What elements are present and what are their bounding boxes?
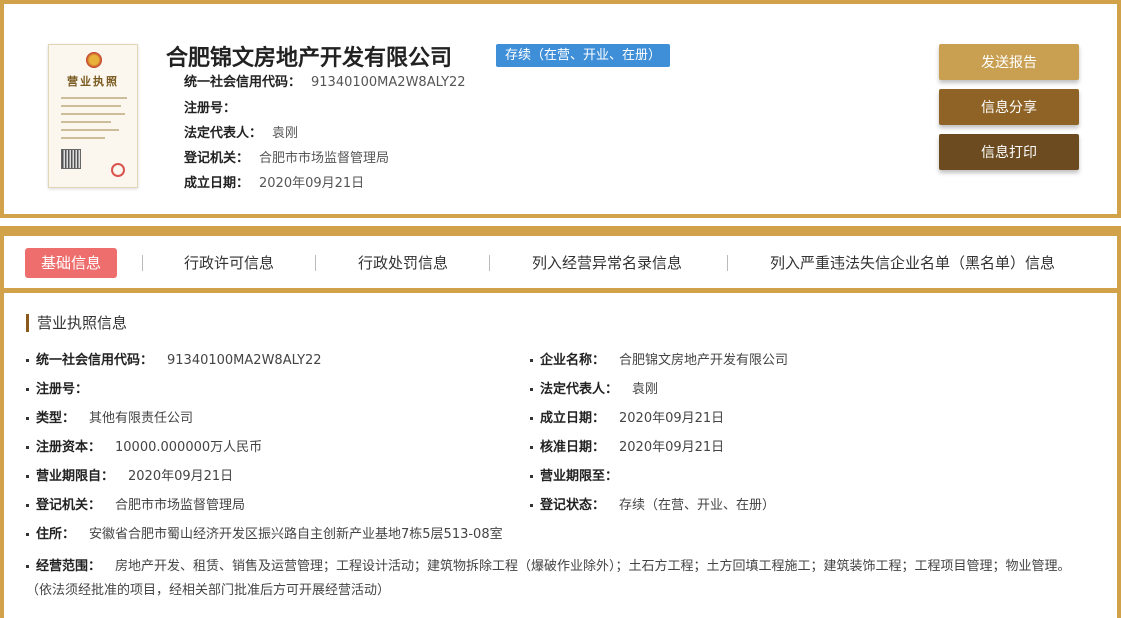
bullet-icon	[26, 417, 29, 420]
bullet-icon	[530, 417, 533, 420]
header-established-value: 2020年09月21日	[259, 176, 365, 191]
bullet-icon	[26, 533, 29, 536]
field-label: 企业名称：	[540, 353, 606, 368]
tab-bar: 基础信息 行政许可信息 行政处罚信息 列入经营异常名录信息 列入严重违法失信企业…	[4, 236, 1117, 288]
field-registered-capital: 注册资本： 10000.000000万人民币	[26, 439, 262, 457]
tab-basic-info[interactable]: 基础信息	[25, 248, 118, 278]
tab-blacklist[interactable]: 列入严重违法失信企业名单（黑名单）信息	[770, 248, 1055, 278]
company-name-title: 合肥锦文房地产开发有限公司	[166, 46, 453, 71]
header-credit-code-value: 91340100MA2W8ALY22	[311, 75, 466, 90]
field-value: 2020年09月21日	[128, 469, 234, 484]
print-info-button[interactable]: 信息打印	[939, 134, 1079, 170]
field-value: 2020年09月21日	[619, 411, 725, 426]
field-company-type: 类型： 其他有限责任公司	[26, 410, 193, 428]
header-legal-rep-label: 法定代表人：	[184, 126, 263, 141]
tab-admin-license[interactable]: 行政许可信息	[184, 248, 274, 278]
tab-bar-bottom-border	[0, 288, 1121, 293]
field-legal-rep: 法定代表人： 袁刚	[530, 381, 658, 399]
tab-divider	[142, 255, 143, 271]
bullet-icon	[530, 504, 533, 507]
status-badge: 存续（在营、开业、在册）	[496, 44, 671, 67]
header-credit-code-row: 统一社会信用代码： 91340100MA2W8ALY22	[184, 74, 466, 92]
field-term-from: 营业期限自： 2020年09月21日	[26, 468, 233, 486]
license-text-line	[61, 113, 125, 115]
bullet-icon	[530, 446, 533, 449]
field-value: 91340100MA2W8ALY22	[167, 353, 322, 368]
field-label: 核准日期：	[540, 440, 606, 455]
header-reg-authority-value: 合肥市市场监督管理局	[259, 151, 390, 166]
tab-admin-penalty[interactable]: 行政处罚信息	[358, 248, 448, 278]
header-established-row: 成立日期： 2020年09月21日	[184, 175, 364, 193]
field-label: 统一社会信用代码：	[36, 353, 154, 368]
header-legal-rep-row: 法定代表人： 袁刚	[184, 125, 298, 143]
field-value: 2020年09月21日	[619, 440, 725, 455]
field-term-to: 营业期限至：	[530, 468, 632, 486]
field-value: 合肥锦文房地产开发有限公司	[619, 353, 789, 368]
field-label: 类型：	[36, 411, 76, 426]
license-text-line	[61, 97, 127, 99]
field-value: 安徽省合肥市蜀山经济开发区振兴路自主创新产业基地7栋5层513-08室	[89, 527, 503, 542]
license-text-line	[61, 137, 105, 139]
field-address: 住所： 安徽省合肥市蜀山经济开发区振兴路自主创新产业基地7栋5层513-08室	[26, 526, 503, 544]
business-license-thumbnail[interactable]: 营业执照	[48, 44, 138, 188]
field-label: 成立日期：	[540, 411, 606, 426]
field-business-scope: 经营范围： 房地产开发、租赁、销售及运营管理；工程设计活动；建筑物拆除工程（爆破作…	[26, 555, 1076, 603]
header-legal-rep-value: 袁刚	[272, 126, 299, 141]
field-value: 房地产开发、租赁、销售及运营管理；工程设计活动；建筑物拆除工程（爆破作业除外）；…	[26, 559, 1071, 598]
license-text-line	[61, 121, 111, 123]
field-label: 营业期限至：	[540, 469, 619, 484]
field-company-name: 企业名称： 合肥锦文房地产开发有限公司	[530, 352, 788, 370]
field-credit-code: 统一社会信用代码： 91340100MA2W8ALY22	[26, 352, 322, 370]
bullet-icon	[530, 359, 533, 362]
license-title: 营业执照	[67, 75, 119, 88]
send-report-button[interactable]: 发送报告	[939, 44, 1079, 80]
header-credit-code-label: 统一社会信用代码：	[184, 75, 302, 90]
header-reg-number-label: 注册号：	[184, 101, 237, 116]
company-header-card: 营业执照 合肥锦文房地产开发有限公司 存续（在营、开业、在册） 统一社会信用代码…	[0, 0, 1121, 218]
header-reg-authority-row: 登记机关： 合肥市市场监督管理局	[184, 150, 389, 168]
bullet-icon	[26, 359, 29, 362]
bullet-icon	[26, 446, 29, 449]
header-reg-number-row: 注册号：	[184, 100, 246, 118]
field-value: 10000.000000万人民币	[115, 440, 263, 455]
field-value: 其他有限责任公司	[89, 411, 194, 426]
tab-abnormal-operation[interactable]: 列入经营异常名录信息	[532, 248, 682, 278]
qr-code-icon	[61, 149, 81, 169]
field-label: 登记机关：	[36, 498, 102, 513]
bullet-icon	[530, 475, 533, 478]
panel-top-border	[0, 226, 1121, 236]
field-value: 合肥市市场监督管理局	[115, 498, 246, 513]
field-label: 登记状态：	[540, 498, 606, 513]
bullet-icon	[26, 565, 29, 568]
national-emblem-icon	[86, 52, 102, 68]
field-reg-status: 登记状态： 存续（在营、开业、在册）	[530, 497, 775, 515]
bullet-icon	[26, 388, 29, 391]
field-reg-authority: 登记机关： 合肥市市场监督管理局	[26, 497, 245, 515]
field-label: 注册资本：	[36, 440, 102, 455]
tab-divider	[489, 255, 490, 271]
bullet-icon	[26, 504, 29, 507]
license-text-line	[61, 129, 119, 131]
share-info-button[interactable]: 信息分享	[939, 89, 1079, 125]
header-established-label: 成立日期：	[184, 176, 250, 191]
field-label: 法定代表人：	[540, 382, 619, 397]
section-title-business-license: 营业执照信息	[26, 314, 127, 332]
field-established-date: 成立日期： 2020年09月21日	[530, 410, 724, 428]
header-reg-authority-label: 登记机关：	[184, 151, 250, 166]
field-value: 袁刚	[632, 382, 659, 397]
field-label: 注册号：	[36, 382, 89, 397]
bullet-icon	[530, 388, 533, 391]
field-label: 经营范围：	[36, 559, 102, 574]
field-label: 住所：	[36, 527, 76, 542]
field-reg-number: 注册号：	[26, 381, 102, 399]
tab-divider	[727, 255, 728, 271]
field-value: 存续（在营、开业、在册）	[619, 498, 776, 513]
official-seal-icon	[111, 163, 125, 177]
license-text-line	[61, 105, 121, 107]
field-approval-date: 核准日期： 2020年09月21日	[530, 439, 724, 457]
field-label: 营业期限自：	[36, 469, 115, 484]
bullet-icon	[26, 475, 29, 478]
tab-divider	[315, 255, 316, 271]
